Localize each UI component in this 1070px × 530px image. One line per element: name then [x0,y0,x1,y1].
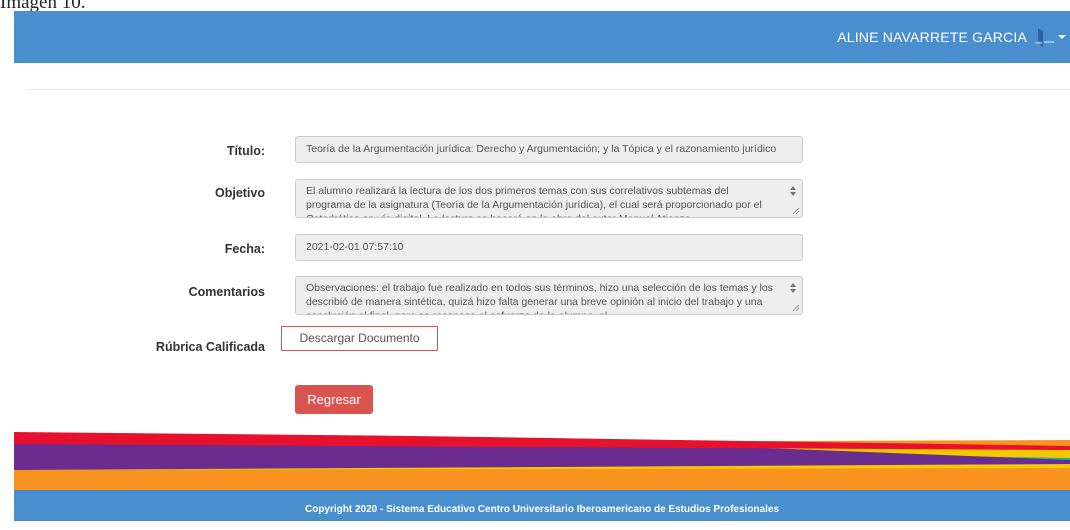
scroll-up-icon[interactable] [790,186,796,190]
caret-down-icon[interactable] [1058,35,1066,39]
titulo-label: Título: [226,144,265,158]
objetivo-label: Objetivo [214,186,265,200]
scroll-down-icon[interactable] [790,289,796,293]
download-document-link[interactable]: Descargar Documento [281,326,438,351]
fecha-label: Fecha: [224,242,265,256]
copyright-text: Copyright 2020 - Sistema Educativo Centr… [304,504,780,515]
user-name: ALINE NAVARRETE GARCIA [837,29,1027,45]
objetivo-scrollbar[interactable] [788,184,798,206]
comentarios-text: Observaciones: el trabajo fue realizado … [306,282,773,314]
rubrica-label: Rúbrica Calificada [155,340,265,354]
comentarios-label: Comentarios [188,285,265,299]
comentarios-textarea[interactable]: Observaciones: el trabajo fue realizado … [295,276,803,315]
objetivo-text: El alumno realizará la lectura de los do… [306,185,762,217]
content-divider [28,89,1070,90]
comentarios-scrollbar[interactable] [788,281,798,303]
titulo-field[interactable]: Teoría de la Argumentación jurídica: Der… [295,136,803,163]
top-navbar: ALINE NAVARRETE GARCIA [14,11,1070,63]
resize-grip-icon[interactable] [792,304,800,312]
university-logo-icon [1034,28,1054,47]
user-menu[interactable]: ALINE NAVARRETE GARCIA [837,11,1066,63]
resize-grip-icon[interactable] [792,207,800,215]
back-button[interactable]: Regresar [295,385,373,414]
scroll-down-icon[interactable] [790,192,796,196]
decorative-color-bands [14,432,1070,490]
scroll-up-icon[interactable] [790,283,796,287]
fecha-field[interactable]: 2021-02-01 07:57:10 [295,234,803,261]
footer: Copyright 2020 - Sistema Educativo Centr… [14,490,1070,521]
objetivo-textarea[interactable]: El alumno realizará la lectura de los do… [295,179,803,218]
